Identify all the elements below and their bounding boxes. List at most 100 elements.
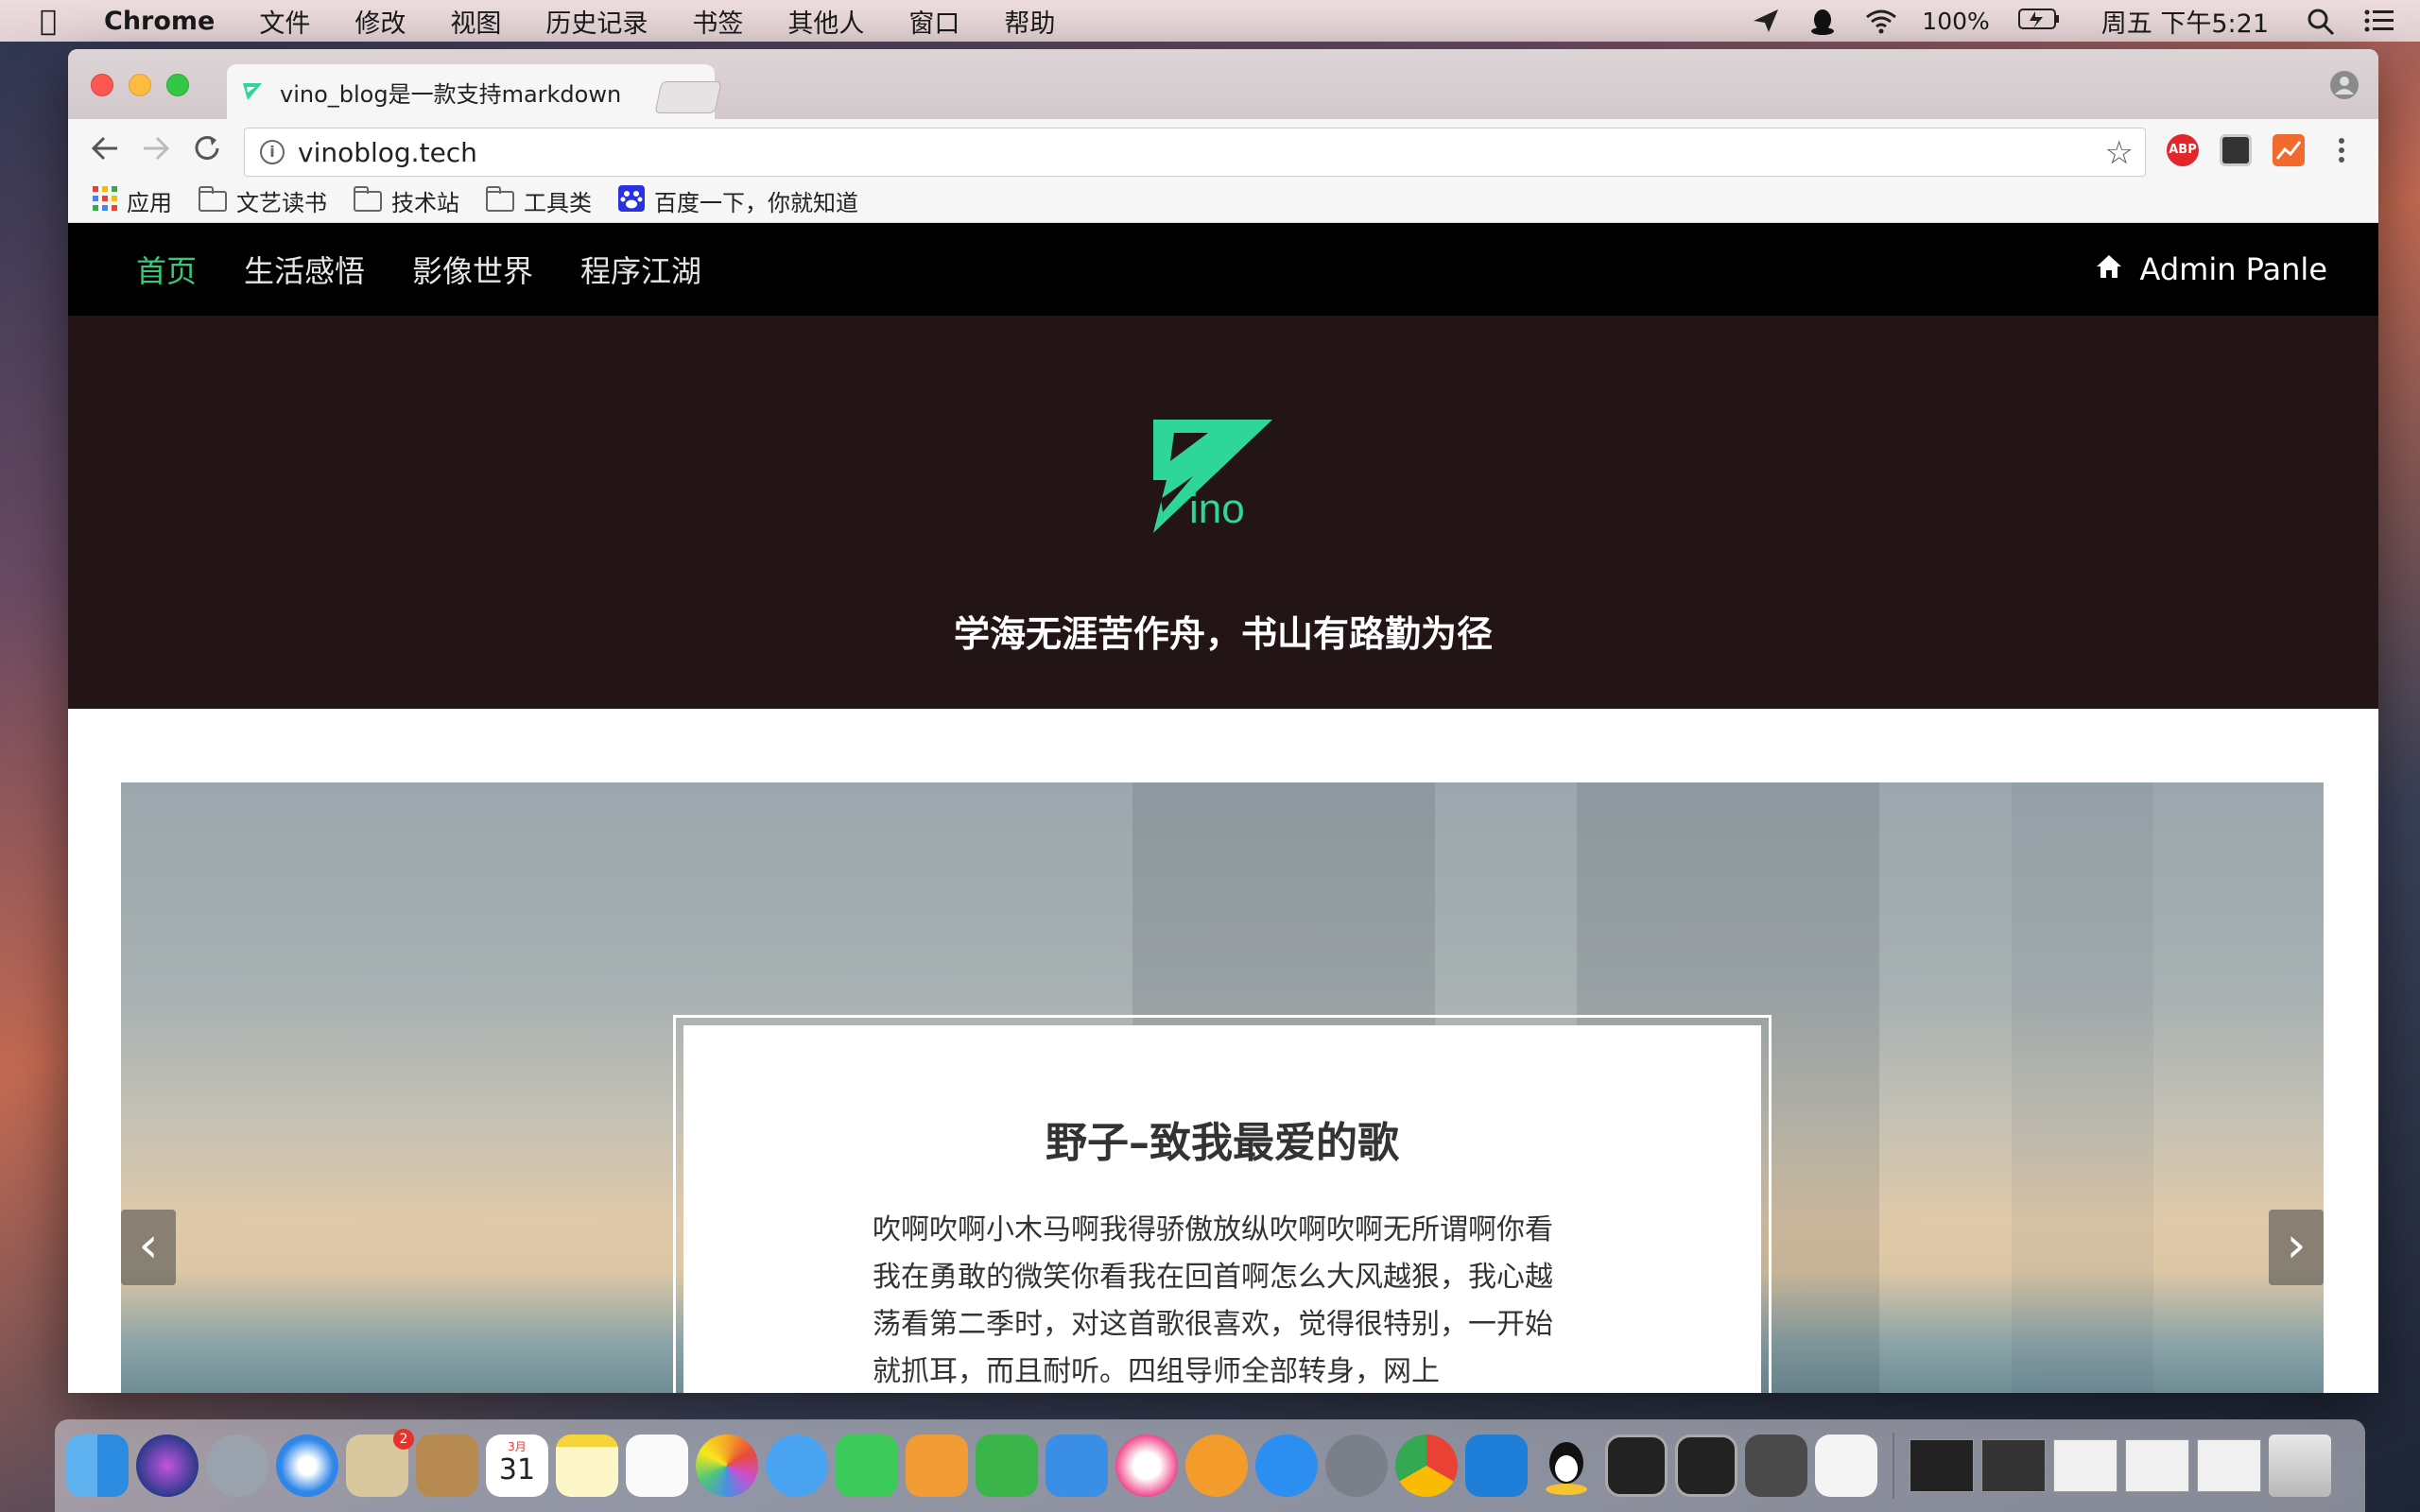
- post-card[interactable]: 野子–致我最爱的歌 吹啊吹啊小木马啊我得骄傲放纵吹啊吹啊无所谓啊你看我在勇敢的微…: [673, 1015, 1772, 1393]
- ibooks-icon[interactable]: [1185, 1435, 1248, 1497]
- menu-window[interactable]: 窗口: [908, 3, 959, 40]
- itunes-icon[interactable]: [1115, 1435, 1178, 1497]
- numbers-icon[interactable]: [976, 1435, 1038, 1497]
- photos-icon[interactable]: [696, 1435, 758, 1497]
- close-window-button[interactable]: [91, 74, 113, 96]
- menu-history[interactable]: 历史记录: [545, 3, 648, 40]
- spotlight-search-icon[interactable]: [2307, 8, 2335, 36]
- bookmark-label: 应用: [127, 190, 172, 216]
- contacts-icon[interactable]: [416, 1435, 478, 1497]
- address-bar[interactable]: i vinoblog.tech ☆: [244, 128, 2146, 177]
- website-viewport: 首页 生活感悟 影像世界 程序江湖 Admin Panle ino 学海无涯苦作…: [68, 223, 2378, 1393]
- chrome-menu-icon[interactable]: [2325, 134, 2358, 166]
- site-navbar: 首页 生活感悟 影像世界 程序江湖 Admin Panle: [68, 223, 2378, 316]
- featured-carousel: ‹ › 野子–致我最爱的歌 吹啊吹啊小木马啊我得骄傲放纵吹啊吹啊无所谓啊你看我在…: [121, 782, 2324, 1393]
- menu-bookmarks[interactable]: 书签: [692, 3, 743, 40]
- keynote-icon[interactable]: [1046, 1435, 1108, 1497]
- profile-icon[interactable]: [2329, 70, 2360, 104]
- send-icon[interactable]: [1752, 8, 1780, 34]
- menu-view[interactable]: 视图: [450, 3, 501, 40]
- mail-icon[interactable]: 2: [346, 1429, 414, 1497]
- adblock-extension-icon[interactable]: ABP: [2167, 134, 2199, 166]
- reminders-icon[interactable]: [626, 1435, 688, 1497]
- bookmark-folder-tools[interactable]: 工具类: [486, 184, 592, 217]
- post-card-inner: 野子–致我最爱的歌 吹啊吹啊小木马啊我得骄傲放纵吹啊吹啊无所谓啊你看我在勇敢的微…: [683, 1025, 1761, 1393]
- qq-icon[interactable]: [1535, 1435, 1598, 1497]
- url-text[interactable]: vinoblog.tech: [298, 137, 477, 168]
- notes-icon[interactable]: [556, 1435, 618, 1497]
- bookmark-folder-reading[interactable]: 文艺读书: [199, 184, 327, 217]
- terminal-extension-icon[interactable]: [2220, 134, 2252, 166]
- macos-menu-bar:  Chrome 文件 修改 视图 历史记录 书签 其他人 窗口 帮助 100%…: [0, 0, 2420, 42]
- admin-panel-label: Admin Panle: [2139, 251, 2327, 287]
- notification-center-icon[interactable]: [2363, 8, 2394, 34]
- logo-text: ino: [1189, 486, 1245, 532]
- typora-icon[interactable]: [1815, 1435, 1877, 1497]
- carousel-next-button[interactable]: ›: [2269, 1210, 2324, 1285]
- trash-icon[interactable]: [2269, 1435, 2331, 1497]
- battery-icon[interactable]: [2017, 8, 2060, 34]
- folder-icon: [486, 185, 514, 212]
- minimized-window-thumb[interactable]: [2053, 1439, 2118, 1492]
- vino-logo: ino: [1146, 418, 1278, 539]
- browser-toolbar: i vinoblog.tech ☆ ABP: [68, 119, 2378, 180]
- battery-percent: 100%: [1922, 7, 1990, 35]
- minimize-window-button[interactable]: [129, 74, 151, 96]
- system-preferences-icon[interactable]: [1325, 1435, 1388, 1497]
- nav-programming[interactable]: 程序江湖: [580, 248, 701, 291]
- terminal-green-icon[interactable]: [1605, 1435, 1668, 1497]
- wifi-icon[interactable]: [1865, 8, 1897, 34]
- vscode-icon[interactable]: [1465, 1435, 1528, 1497]
- macos-dock: 2 3月 31: [55, 1419, 2365, 1512]
- minimized-window-thumb[interactable]: [2125, 1439, 2189, 1492]
- nav-life[interactable]: 生活感悟: [244, 248, 365, 291]
- reload-button[interactable]: [191, 132, 223, 170]
- qq-status-icon[interactable]: [1808, 8, 1837, 35]
- apps-grid-icon: [93, 185, 117, 216]
- post-excerpt: 吹啊吹啊小木马啊我得骄傲放纵吹啊吹啊无所谓啊你看我在勇敢的微笑你看我在回首啊怎么…: [873, 1213, 1553, 1388]
- dock-separator: [1893, 1433, 1894, 1499]
- menu-people[interactable]: 其他人: [787, 3, 864, 40]
- app-store-icon[interactable]: [1255, 1435, 1318, 1497]
- minimized-window-thumb[interactable]: [1910, 1439, 1974, 1492]
- calendar-icon[interactable]: 3月 31: [486, 1435, 548, 1497]
- terminal-icon[interactable]: [1675, 1435, 1737, 1497]
- clock[interactable]: 周五 下午5:21: [2101, 3, 2269, 40]
- nav-home[interactable]: 首页: [136, 248, 197, 291]
- menu-file[interactable]: 文件: [259, 3, 310, 40]
- menu-edit[interactable]: 修改: [354, 3, 406, 40]
- bookmark-star-icon[interactable]: ☆: [2105, 134, 2134, 172]
- admin-panel-link[interactable]: Admin Panle: [2095, 223, 2327, 316]
- chart-extension-icon[interactable]: [2273, 134, 2305, 166]
- minimized-window-thumb[interactable]: [2197, 1439, 2261, 1492]
- menu-help[interactable]: 帮助: [1004, 3, 1055, 40]
- maximize-window-button[interactable]: [166, 74, 189, 96]
- finder-icon[interactable]: [66, 1435, 129, 1497]
- nav-gallery[interactable]: 影像世界: [412, 248, 533, 291]
- back-button[interactable]: [89, 132, 121, 170]
- site-info-icon[interactable]: i: [260, 140, 285, 164]
- launchpad-icon[interactable]: [206, 1435, 268, 1497]
- safari-icon[interactable]: [276, 1435, 338, 1497]
- forward-button[interactable]: [140, 132, 172, 170]
- pages-icon[interactable]: [906, 1435, 968, 1497]
- apple-menu-icon[interactable]: : [40, 5, 68, 38]
- bookmark-label: 文艺读书: [236, 190, 327, 216]
- carousel-prev-button[interactable]: ‹: [121, 1210, 176, 1285]
- chrome-icon[interactable]: [1395, 1435, 1458, 1497]
- minimized-window-thumb[interactable]: [1981, 1439, 2046, 1492]
- folder-icon: [199, 185, 227, 212]
- messages-icon[interactable]: [766, 1435, 828, 1497]
- bookmark-folder-tech[interactable]: 技术站: [354, 184, 459, 217]
- facetime-icon[interactable]: [836, 1435, 898, 1497]
- sublime-text-icon[interactable]: [1745, 1435, 1807, 1497]
- bookmark-baidu[interactable]: 百度一下，你就知道: [618, 184, 858, 217]
- post-title[interactable]: 野子–致我最爱的歌: [683, 1025, 1761, 1169]
- mail-badge: 2: [393, 1429, 414, 1450]
- active-tab[interactable]: vino_blog是一款支持markdown ✕: [227, 64, 715, 119]
- bookmarks-bar: 应用 文艺读书 技术站 工具类 百度一下，你就知道: [68, 180, 2378, 223]
- new-tab-button[interactable]: [654, 81, 722, 113]
- bookmark-apps[interactable]: 应用: [93, 184, 172, 217]
- menu-app-chrome[interactable]: Chrome: [104, 7, 215, 36]
- siri-icon[interactable]: [136, 1435, 199, 1497]
